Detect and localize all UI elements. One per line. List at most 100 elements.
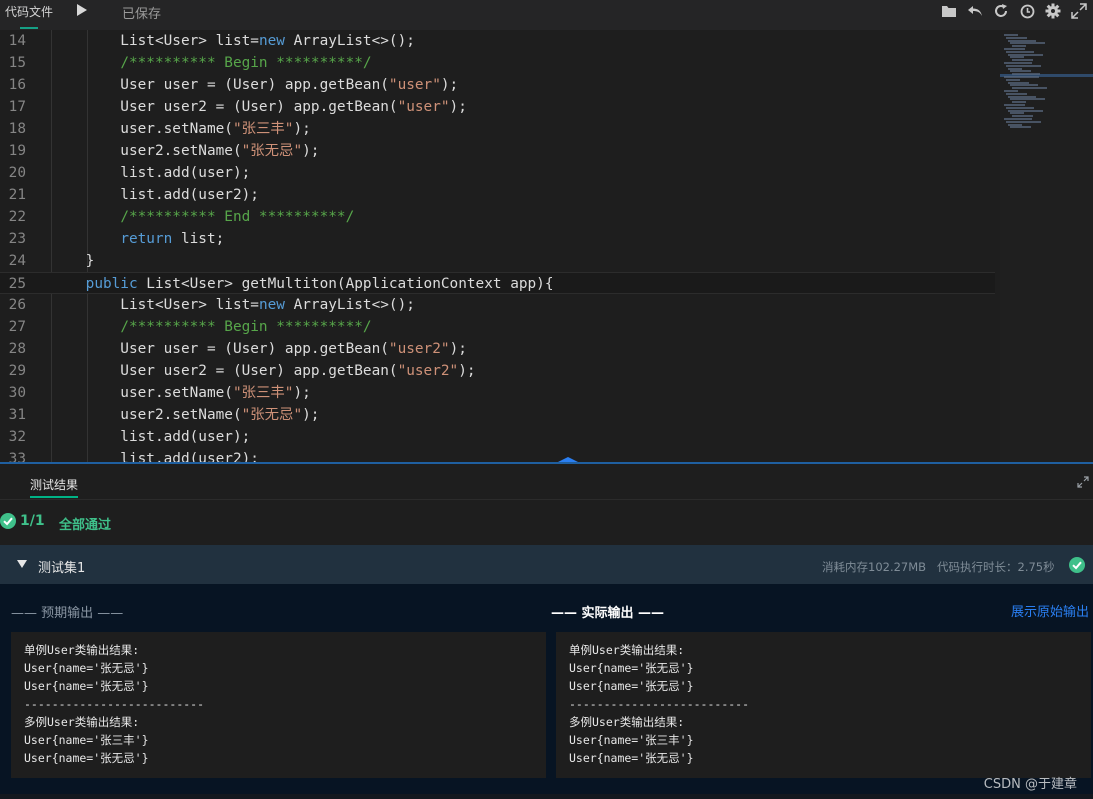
code-token: ArrayList<>(); (284, 33, 415, 49)
code-token: return (120, 231, 173, 247)
output-line: 多例User类输出结果: (569, 715, 685, 729)
code-line[interactable]: 33 list.add(user2); (0, 448, 995, 463)
gear-icon[interactable] (1045, 3, 1061, 19)
code-text: list.add(user); (51, 162, 250, 184)
minimap-line (1008, 67, 1022, 70)
code-line[interactable]: 24 } (0, 250, 995, 272)
line-number: 17 (8, 99, 26, 115)
code-line[interactable]: 27 /********** Begin **********/ (0, 316, 995, 338)
tab-code-file[interactable]: 代码文件 (0, 0, 58, 30)
minimap-line (1004, 90, 1018, 92)
top-toolbar: 代码文件 已保存 (0, 0, 1093, 30)
line-number: 23 (8, 231, 26, 247)
code-token: List<User> list= (51, 33, 259, 49)
code-token: "user2" (388, 341, 450, 357)
line-number: 29 (8, 363, 26, 379)
code-token: } (51, 253, 95, 269)
output-line: User{name='张无忌'} (569, 661, 694, 675)
line-number: 32 (8, 429, 26, 445)
save-status: 已保存 (122, 7, 162, 22)
output-line: -------------------------- (24, 697, 205, 711)
code-text: User user2 = (User) app.getBean("user2")… (51, 360, 475, 382)
code-token: User user = (User) app.getBean( (51, 77, 389, 93)
code-token: User user2 = (User) app.getBean( (51, 99, 398, 115)
code-line[interactable]: 23 return list; (0, 228, 995, 250)
actual-output-box: 单例User类输出结果: User{name='张无忌'} User{name=… (556, 632, 1091, 778)
code-line[interactable]: 29 User user2 = (User) app.getBean("user… (0, 360, 995, 382)
folder-icon[interactable] (941, 3, 957, 19)
code-token: "张无忌" (241, 143, 303, 159)
code-line[interactable]: 14 List<User> list=new ArrayList<>(); (0, 30, 995, 52)
code-line[interactable]: 28 User user = (User) app.getBean("user2… (0, 338, 995, 360)
code-token: /********** Begin **********/ (120, 319, 372, 335)
minimap-line (1008, 81, 1029, 84)
code-line[interactable]: 22 /********** End **********/ (0, 206, 995, 228)
code-token: ArrayList<>(); (284, 297, 415, 313)
code-line[interactable]: 32 list.add(user); (0, 426, 995, 448)
tab-test-results[interactable]: 测试结果 (30, 476, 78, 493)
code-line[interactable]: 26 List<User> list=new ArrayList<>(); (0, 294, 995, 316)
code-token: new (258, 297, 285, 313)
line-number: 15 (8, 55, 26, 71)
fullscreen-icon[interactable] (1071, 3, 1087, 19)
code-text: /********** Begin **********/ (51, 316, 372, 338)
expected-output-label: —— 预期输出 —— (11, 606, 124, 621)
minimap-line (1010, 98, 1045, 101)
history-icon[interactable] (1019, 3, 1035, 19)
minimap-line (1012, 45, 1026, 48)
code-token: user2.setName( (51, 143, 242, 159)
line-number: 21 (8, 187, 26, 203)
code-text: User user = (User) app.getBean("user2"); (51, 338, 467, 360)
testset-header[interactable]: 测试集1 消耗内存102.27MB 代码执行时长：2.75秒 (0, 545, 1093, 584)
code-text: list.add(user2); (51, 184, 259, 206)
code-token: list.add(user); (51, 165, 251, 181)
run-icon[interactable] (76, 3, 88, 17)
code-line[interactable]: 16 User user = (User) app.getBean("user"… (0, 74, 995, 96)
undo-icon[interactable] (967, 3, 983, 19)
code-line[interactable]: 30 user.setName("张三丰"); (0, 382, 995, 404)
code-text: user.setName("张三丰"); (51, 382, 310, 404)
line-number: 18 (8, 121, 26, 137)
code-token: ); (449, 341, 467, 357)
show-raw-output-link[interactable]: 展示原始输出 (1011, 601, 1089, 620)
active-tab-indicator (20, 27, 38, 29)
output-comparison: —— 预期输出 —— —— 实际输出 —— 展示原始输出 单例User类输出结果… (0, 584, 1093, 799)
code-text: } (51, 250, 95, 272)
line-number: 14 (8, 33, 26, 49)
output-line: 多例User类输出结果: (24, 715, 140, 729)
code-line[interactable]: 18 user.setName("张三丰"); (0, 118, 995, 140)
actual-output-label: —— 实际输出 —— (551, 606, 665, 621)
output-line: User{name='张无忌'} (569, 751, 694, 765)
code-token: list.add(user); (51, 429, 251, 445)
minimap-line (1006, 36, 1027, 39)
output-line: User{name='张无忌'} (24, 679, 149, 693)
code-text: list.add(user); (51, 426, 250, 448)
code-token: ); (302, 407, 320, 423)
code-line[interactable]: 15 /********** Begin **********/ (0, 52, 995, 74)
minimap-line (1010, 70, 1031, 73)
code-line[interactable]: 25 public List<User> getMultiton(Applica… (0, 272, 995, 294)
code-line[interactable]: 20 list.add(user); (0, 162, 995, 184)
code-editor[interactable]: 14 List<User> list=new ArrayList<>(); 15 … (0, 30, 1093, 463)
code-text: user.setName("张三丰"); (51, 118, 310, 140)
check-circle-icon (1069, 557, 1085, 573)
bottom-strip (0, 794, 1093, 799)
code-text: return list; (51, 228, 224, 250)
expand-icon[interactable] (1077, 476, 1089, 488)
minimap[interactable] (1000, 30, 1093, 463)
code-text: /********** End **********/ (51, 206, 354, 228)
code-token: List<User> getMultiton(ApplicationContex… (137, 276, 554, 292)
code-line[interactable]: 31 user2.setName("张无忌"); (0, 404, 995, 426)
code-line[interactable]: 17 User user2 = (User) app.getBean("user… (0, 96, 995, 118)
check-circle-icon (0, 513, 16, 529)
caret-down-icon[interactable] (17, 560, 27, 568)
code-line[interactable]: 21 list.add(user2); (0, 184, 995, 206)
output-line: 单例User类输出结果: (569, 643, 685, 657)
code-text: user2.setName("张无忌"); (51, 404, 319, 426)
refresh-icon[interactable] (993, 3, 1009, 19)
code-line[interactable]: 19 user2.setName("张无忌"); (0, 140, 995, 162)
minimap-line (1004, 34, 1018, 36)
minimap-line (1010, 84, 1038, 87)
output-line: User{name='张三丰'} (569, 733, 694, 747)
